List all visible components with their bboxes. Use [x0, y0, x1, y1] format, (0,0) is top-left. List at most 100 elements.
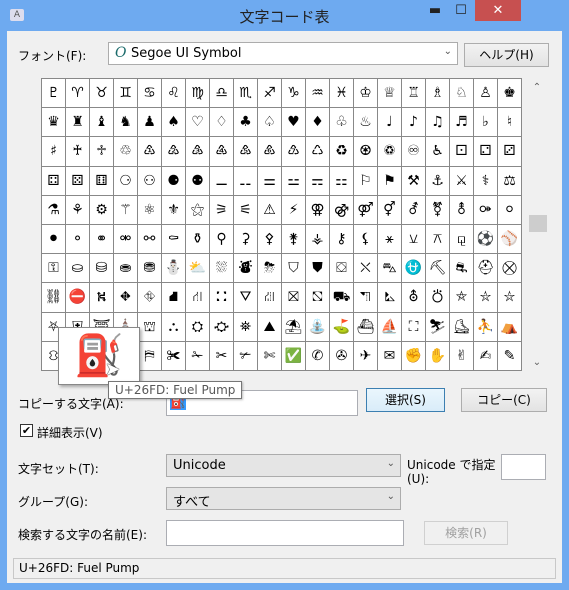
char-cell[interactable]: ⚟ [234, 195, 258, 225]
select-button[interactable]: 選択(S) [366, 388, 445, 412]
char-cell[interactable]: ⚔ [450, 166, 474, 196]
char-cell[interactable]: ⚷ [330, 224, 354, 255]
char-cell[interactable]: ⚣ [330, 195, 354, 225]
char-cell[interactable]: ⛫ [138, 312, 162, 342]
maximize-button[interactable]: ☐ [448, 0, 474, 21]
char-cell[interactable]: ♺ [306, 137, 330, 167]
char-cell[interactable]: ⚁ [474, 137, 498, 167]
char-cell[interactable]: ⚼ [450, 224, 474, 255]
char-cell[interactable]: ⛹ [474, 312, 498, 342]
char-cell[interactable]: ♾ [402, 137, 426, 167]
char-cell[interactable]: ♿ [426, 137, 450, 167]
char-cell[interactable]: ⛎ [402, 254, 426, 284]
char-cell[interactable]: ⛠ [354, 283, 378, 313]
char-cell[interactable]: ⚏ [330, 166, 354, 196]
char-cell[interactable]: ♝ [90, 108, 114, 138]
help-button[interactable]: ヘルプ(H) [464, 43, 549, 67]
char-cell[interactable]: ⛑ [474, 254, 498, 284]
char-cell[interactable]: ✀ [162, 341, 186, 371]
char-cell[interactable]: ⛜ [258, 283, 282, 313]
char-cell[interactable]: ⚉ [186, 166, 210, 196]
char-cell[interactable]: ⛁ [90, 254, 114, 284]
group-dropdown[interactable]: すべて ⌄ [166, 487, 401, 510]
char-cell[interactable]: ⚫ [42, 224, 66, 255]
char-cell[interactable]: ♦ [306, 108, 330, 138]
char-cell[interactable]: ♱ [90, 137, 114, 167]
char-cell[interactable]: ⛥ [474, 283, 498, 313]
char-cell[interactable]: ⚹ [378, 224, 402, 255]
char-cell[interactable]: ⚦ [402, 195, 426, 225]
font-dropdown[interactable]: O Segoe UI Symbol ⌄ [108, 42, 458, 65]
char-cell[interactable]: ♼ [354, 137, 378, 167]
char-cell[interactable]: ♠ [162, 108, 186, 138]
char-cell[interactable]: ⛚ [210, 283, 234, 313]
char-cell[interactable]: ⚾ [498, 224, 522, 255]
char-cell[interactable]: ⛤ [450, 283, 474, 313]
char-cell[interactable]: ⛍ [378, 254, 402, 284]
char-cell[interactable]: ♥ [282, 108, 306, 138]
char-cell[interactable]: ⛂ [114, 254, 138, 284]
advanced-view-checkbox[interactable]: ✔ [20, 424, 33, 437]
scroll-thumb[interactable] [529, 215, 547, 232]
char-cell[interactable]: ⛵ [378, 312, 402, 342]
char-cell[interactable]: ♘ [450, 79, 474, 109]
char-cell[interactable]: ✋ [426, 341, 450, 371]
char-cell[interactable]: ⚱ [186, 224, 210, 255]
char-cell[interactable]: ⚿ [42, 254, 66, 284]
char-cell[interactable]: ⚺ [402, 224, 426, 255]
char-cell[interactable]: ♮ [498, 108, 522, 138]
char-cell[interactable]: ♔ [354, 79, 378, 109]
char-cell[interactable]: ⛋ [330, 254, 354, 284]
char-cell[interactable]: ⛌ [354, 254, 378, 284]
char-cell[interactable]: ⛶ [402, 312, 426, 342]
char-cell[interactable]: ✅ [282, 341, 306, 371]
char-cell[interactable]: ✇ [330, 341, 354, 371]
char-cell[interactable]: ⚛ [138, 195, 162, 225]
char-cell[interactable]: ⚶ [306, 224, 330, 255]
char-cell[interactable]: ⚕ [474, 166, 498, 196]
char-cell[interactable]: ⚋ [234, 166, 258, 196]
char-cell[interactable]: ⚵ [282, 224, 306, 255]
char-cell[interactable]: ♟ [138, 108, 162, 138]
char-cell[interactable]: ♏ [234, 79, 258, 109]
char-cell[interactable]: ⛞ [306, 283, 330, 313]
char-cell[interactable]: ♯ [42, 137, 66, 167]
char-cell[interactable]: ♚ [498, 79, 522, 109]
char-cell[interactable]: ♨ [354, 108, 378, 138]
char-cell[interactable]: ♗ [426, 79, 450, 109]
char-cell[interactable]: ⛗ [138, 283, 162, 313]
char-cell[interactable]: ⛟ [330, 283, 354, 313]
char-cell[interactable]: ⚇ [138, 166, 162, 196]
close-button[interactable]: ✕ [475, 0, 521, 21]
title-bar[interactable]: A 文字コード表 ▬ ☐ ✕ [0, 0, 569, 31]
char-cell[interactable]: ✄ [258, 341, 282, 371]
char-cell[interactable]: ⚮ [114, 224, 138, 255]
char-cell[interactable]: ⛏ [426, 254, 450, 284]
char-cell[interactable]: ⛯ [234, 312, 258, 342]
char-cell[interactable]: ♵ [186, 137, 210, 167]
char-cell[interactable]: ⛳ [330, 312, 354, 342]
char-cell[interactable]: ⛖ [114, 283, 138, 313]
char-cell[interactable]: ⛣ [426, 283, 450, 313]
search-button[interactable]: 検索(R) [424, 521, 508, 545]
char-cell[interactable]: ⛒ [498, 254, 522, 284]
char-cell[interactable]: ⚤ [354, 195, 378, 225]
char-cell[interactable]: ⚴ [258, 224, 282, 255]
char-cell[interactable]: ♎ [210, 79, 234, 109]
grid-scrollbar[interactable]: ⌃ ⌄ [527, 78, 547, 370]
char-cell[interactable]: ⚳ [234, 224, 258, 255]
char-cell[interactable]: ⚓ [426, 166, 450, 196]
char-cell[interactable]: ⚧ [426, 195, 450, 225]
char-cell[interactable]: ⚠ [258, 195, 282, 225]
char-cell[interactable]: ⚊ [210, 166, 234, 196]
char-cell[interactable]: ♴ [162, 137, 186, 167]
char-cell[interactable]: ♇ [42, 79, 66, 109]
char-cell[interactable]: ✍ [474, 341, 498, 371]
char-cell[interactable]: ♙ [474, 79, 498, 109]
char-cell[interactable]: ♢ [210, 108, 234, 138]
char-cell[interactable]: ⚜ [162, 195, 186, 225]
char-cell[interactable]: ⚻ [426, 224, 450, 255]
char-cell[interactable]: ⚝ [186, 195, 210, 225]
scroll-down-icon[interactable]: ⌄ [527, 357, 547, 368]
char-cell[interactable]: ⚢ [306, 195, 330, 225]
